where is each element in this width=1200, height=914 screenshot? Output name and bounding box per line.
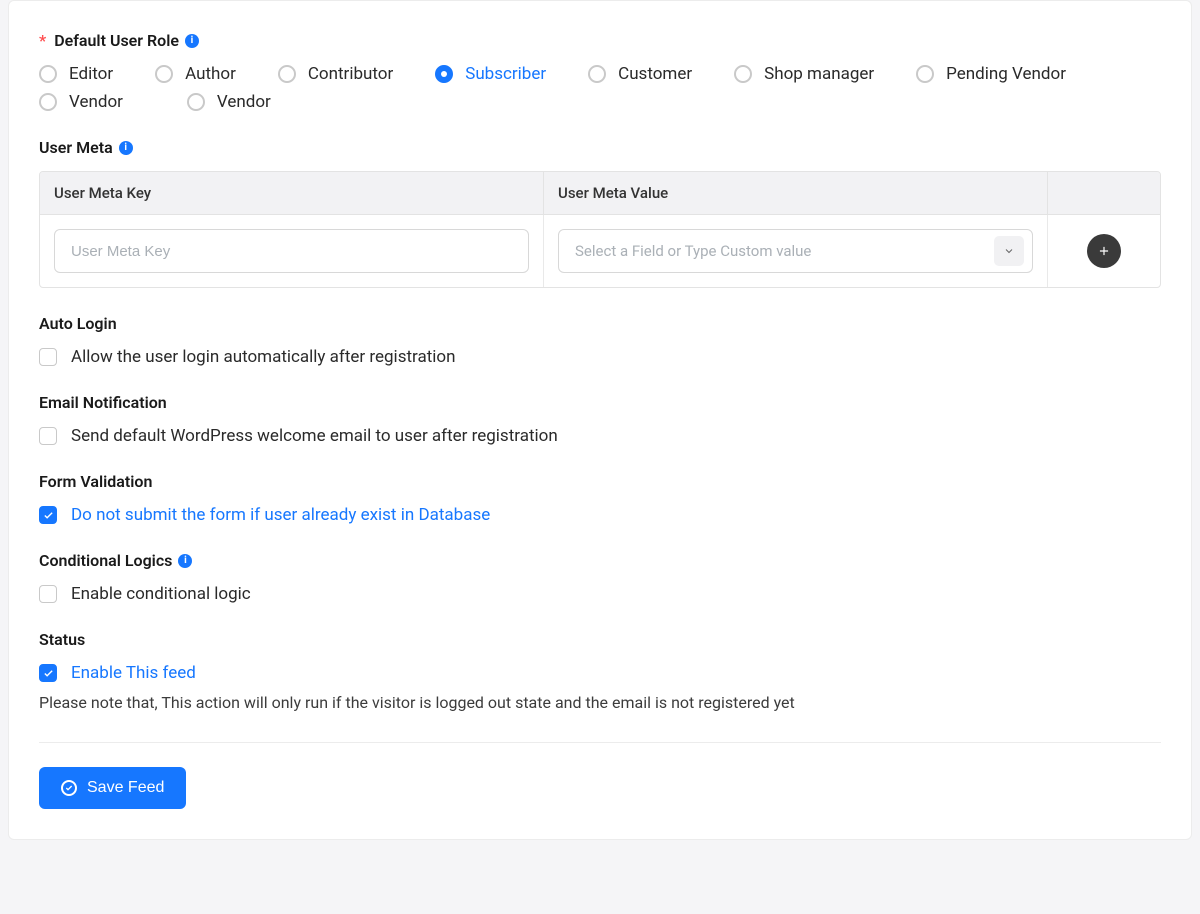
user-meta-value-cell: Select a Field or Type Custom value	[544, 215, 1048, 287]
divider	[39, 742, 1161, 743]
user-meta-key-header: User Meta Key	[40, 172, 544, 214]
settings-card: * Default User Role i Editor Author Cont…	[8, 0, 1192, 840]
user-meta-text: User Meta	[39, 138, 113, 157]
status-label: Status	[39, 630, 1161, 649]
email-notification-section: Email Notification Send default WordPres…	[39, 393, 1161, 446]
info-icon[interactable]: i	[178, 554, 192, 568]
user-meta-table: User Meta Key User Meta Value Select a F…	[39, 171, 1161, 288]
radio-icon	[588, 65, 606, 83]
role-customer[interactable]: Customer	[588, 64, 692, 84]
auto-login-checkbox-label: Allow the user login automatically after…	[71, 347, 455, 367]
check-circle-icon	[61, 780, 77, 796]
status-checkbox-row[interactable]: Enable This feed	[39, 663, 1161, 683]
auto-login-section: Auto Login Allow the user login automati…	[39, 314, 1161, 367]
role-label: Pending Vendor	[946, 64, 1066, 84]
conditional-logics-section: Conditional Logics i Enable conditional …	[39, 551, 1161, 604]
role-label: Author	[185, 64, 236, 84]
auto-login-label: Auto Login	[39, 314, 1161, 333]
role-radio-group: Editor Author Contributor Subscriber Cus…	[39, 64, 1139, 112]
user-meta-label: User Meta i	[39, 138, 1161, 157]
add-meta-button[interactable]	[1087, 234, 1121, 268]
role-vendor[interactable]: Vendor	[39, 92, 123, 112]
conditional-logics-checkbox-label: Enable conditional logic	[71, 584, 251, 604]
radio-icon	[278, 65, 296, 83]
role-subscriber[interactable]: Subscriber	[435, 64, 546, 84]
checkbox-icon	[39, 585, 57, 603]
radio-icon	[187, 93, 205, 111]
radio-icon	[916, 65, 934, 83]
form-validation-text: Form Validation	[39, 472, 152, 491]
form-validation-checkbox-label: Do not submit the form if user already e…	[71, 505, 490, 525]
role-pending-vendor[interactable]: Pending Vendor	[916, 64, 1066, 84]
role-label: Contributor	[308, 64, 393, 84]
form-validation-section: Form Validation Do not submit the form i…	[39, 472, 1161, 525]
role-label: Customer	[618, 64, 692, 84]
radio-icon	[435, 65, 453, 83]
form-validation-checkbox-row[interactable]: Do not submit the form if user already e…	[39, 505, 1161, 525]
email-notification-checkbox-label: Send default WordPress welcome email to …	[71, 426, 558, 446]
default-user-role-label: * Default User Role i	[39, 31, 1161, 50]
checkbox-icon	[39, 427, 57, 445]
checkbox-icon	[39, 348, 57, 366]
role-vendor-2[interactable]: Vendor	[187, 92, 271, 112]
user-meta-key-input[interactable]	[54, 229, 529, 273]
radio-icon	[39, 93, 57, 111]
auto-login-checkbox-row[interactable]: Allow the user login automatically after…	[39, 347, 1161, 367]
role-label: Editor	[69, 64, 113, 84]
radio-icon	[155, 65, 173, 83]
chevron-down-icon	[994, 236, 1024, 266]
role-author[interactable]: Author	[155, 64, 236, 84]
email-notification-checkbox-row[interactable]: Send default WordPress welcome email to …	[39, 426, 1161, 446]
status-note: Please note that, This action will only …	[39, 693, 1161, 712]
default-user-role-section: * Default User Role i Editor Author Cont…	[39, 31, 1161, 112]
status-section: Status Enable This feed Please note that…	[39, 630, 1161, 712]
auto-login-text: Auto Login	[39, 314, 117, 333]
user-meta-key-cell	[40, 215, 544, 287]
role-label: Subscriber	[465, 64, 546, 84]
role-label: Shop manager	[764, 64, 874, 84]
info-icon[interactable]: i	[119, 141, 133, 155]
user-meta-value-placeholder: Select a Field or Type Custom value	[575, 242, 994, 260]
user-meta-value-select[interactable]: Select a Field or Type Custom value	[558, 229, 1033, 273]
checkbox-icon	[39, 506, 57, 524]
checkbox-icon	[39, 664, 57, 682]
email-notification-text: Email Notification	[39, 393, 167, 412]
conditional-logics-text: Conditional Logics	[39, 551, 172, 570]
conditional-logics-label: Conditional Logics i	[39, 551, 1161, 570]
role-label: Vendor	[69, 92, 123, 112]
user-meta-section: User Meta i User Meta Key User Meta Valu…	[39, 138, 1161, 288]
user-meta-actions-header	[1048, 172, 1160, 214]
user-meta-table-head: User Meta Key User Meta Value	[40, 172, 1160, 215]
conditional-logics-checkbox-row[interactable]: Enable conditional logic	[39, 584, 1161, 604]
role-shop-manager[interactable]: Shop manager	[734, 64, 874, 84]
role-label: Vendor	[217, 92, 271, 112]
radio-icon	[39, 65, 57, 83]
radio-icon	[734, 65, 752, 83]
email-notification-label: Email Notification	[39, 393, 1161, 412]
info-icon[interactable]: i	[185, 34, 199, 48]
required-star: *	[39, 31, 46, 50]
user-meta-row: Select a Field or Type Custom value	[40, 215, 1160, 287]
user-meta-action-cell	[1048, 215, 1160, 287]
status-text: Status	[39, 630, 85, 649]
save-feed-button[interactable]: Save Feed	[39, 767, 186, 809]
status-checkbox-label: Enable This feed	[71, 663, 196, 683]
form-validation-label: Form Validation	[39, 472, 1161, 491]
role-editor[interactable]: Editor	[39, 64, 113, 84]
user-meta-value-header: User Meta Value	[544, 172, 1048, 214]
save-feed-label: Save Feed	[87, 779, 164, 797]
default-user-role-text: Default User Role	[54, 31, 179, 50]
role-contributor[interactable]: Contributor	[278, 64, 393, 84]
